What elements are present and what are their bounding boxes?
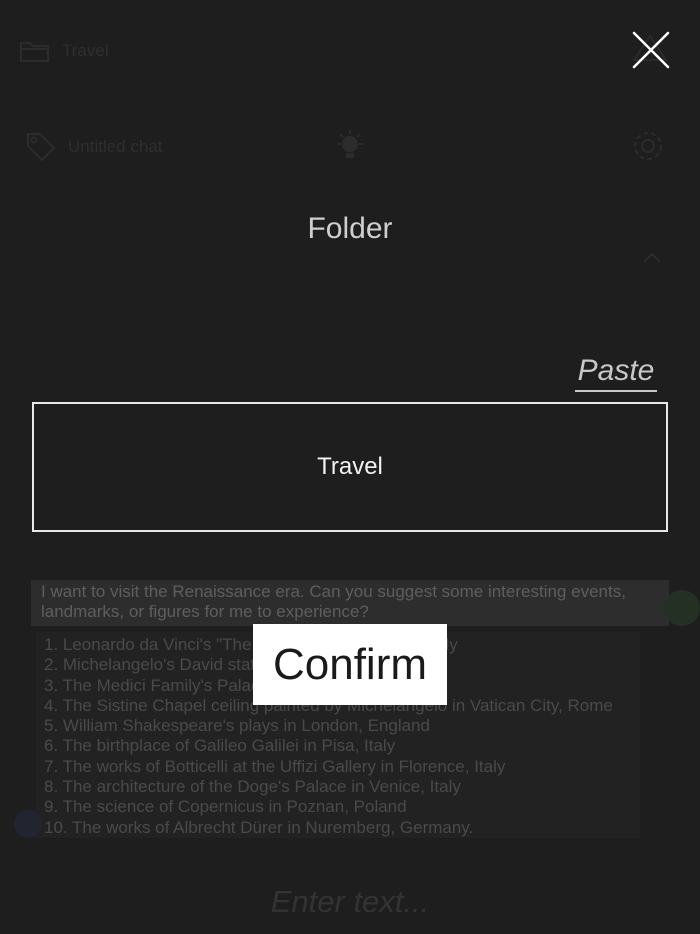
answer-line: 9. The science of Copernicus in Poznan, … (44, 797, 407, 817)
answer-line: 5. William Shakespeare's plays in London… (44, 716, 430, 736)
gear-icon (634, 132, 662, 160)
lightbulb-icon (337, 130, 363, 158)
folder-row: Travel (18, 34, 109, 68)
close-button[interactable] (628, 28, 674, 74)
answer-line: 7. The works of Botticelli at the Uffizi… (44, 756, 506, 776)
user-query-bubble: I want to visit the Renaissance era. Can… (31, 580, 669, 626)
folder-name-input[interactable] (32, 402, 668, 532)
folder-name-label: Travel (62, 41, 109, 60)
close-icon (632, 31, 670, 69)
tag-label: Untitled chat (68, 137, 163, 156)
paste-button[interactable]: Paste (575, 354, 657, 392)
chat-input-placeholder: Enter text... (270, 884, 430, 919)
tag-row: Untitled chat (24, 130, 163, 164)
answer-line: 6. The birthplace of Galileo Galilei in … (44, 736, 396, 756)
confirm-button[interactable]: Confirm (253, 624, 447, 705)
avatar-dimmed (14, 810, 42, 838)
tag-icon (27, 133, 56, 162)
modal-title: Folder (307, 212, 393, 245)
folder-icon (20, 42, 49, 62)
chevron-up-icon (643, 252, 661, 263)
send-button-dimmed (664, 590, 700, 626)
answer-line: 10. The works of Albrecht Dürer in Nurem… (44, 817, 474, 837)
answer-line: 8. The architecture of the Doge's Palace… (44, 777, 461, 797)
